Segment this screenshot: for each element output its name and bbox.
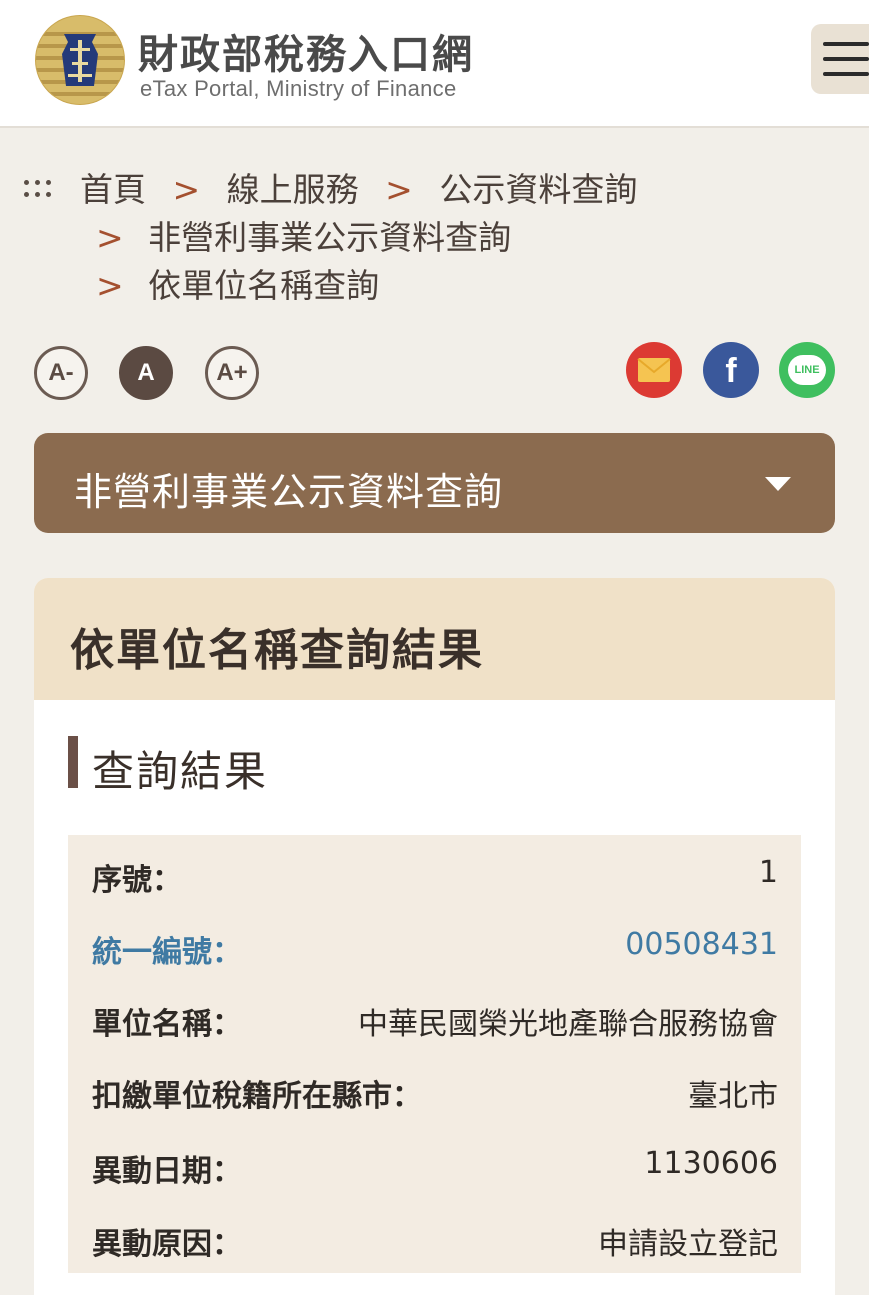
row-value: 臺北市 (688, 1079, 778, 1114)
row-label: 單位名稱： (92, 1007, 242, 1042)
breadcrumb-public-data-link[interactable]: 公示資料查詢 (439, 170, 637, 209)
result-row-tax-id[interactable]: 統一編號： 00508431 (92, 927, 778, 975)
breadcrumb-current: 依單位名稱查詢 (148, 266, 380, 305)
hamburger-menu-icon (823, 42, 869, 46)
envelope-icon (637, 358, 671, 382)
line-icon: LINE (788, 355, 826, 385)
font-size-normal-button[interactable]: A (119, 346, 173, 400)
result-row-serial: 序號： 1 (92, 855, 778, 903)
hamburger-menu-button[interactable] (811, 24, 869, 94)
section-marker (68, 736, 78, 788)
row-label: 序號： (92, 863, 182, 898)
result-row-change-date: 異動日期： 1130606 (92, 1146, 778, 1194)
row-label: 統一編號： (92, 935, 242, 970)
share-facebook-button[interactable]: f (703, 342, 759, 398)
result-row-change-reason: 異動原因： 申請設立登記 (92, 1219, 778, 1267)
row-value: 1130606 (644, 1146, 778, 1181)
font-size-large-button[interactable]: A+ (205, 346, 259, 400)
line-icon-label: LINE (794, 364, 820, 376)
breadcrumb-nonprofit-link[interactable]: 非營利事業公示資料查詢 (148, 218, 511, 257)
breadcrumb-separator: > (385, 170, 413, 209)
panel-header: 依單位名稱查詢結果 (34, 578, 835, 700)
row-value: 中華民國榮光地產聯合服務協會 (358, 1007, 778, 1042)
breadcrumb-dots-icon (24, 178, 58, 202)
category-dropdown[interactable]: 非營利事業公示資料查詢 (34, 433, 835, 533)
result-card: 序號： 1 統一編號： 00508431 單位名稱： 中華民國榮光地產聯合服務協… (68, 835, 801, 1273)
section-title: 查詢結果 (92, 747, 269, 796)
caret-down-icon (765, 477, 791, 491)
row-value: 1 (758, 855, 778, 890)
breadcrumb-home-link[interactable]: 首頁 (80, 170, 146, 209)
site-subtitle: eTax Portal, Ministry of Finance (140, 76, 457, 101)
breadcrumb-online-services-link[interactable]: 線上服務 (227, 170, 359, 209)
result-panel: 依單位名稱查詢結果 查詢結果 序號： 1 統一編號： 00508431 單位名稱… (34, 578, 835, 1295)
breadcrumb-separator: > (96, 266, 124, 305)
font-size-small-button[interactable]: A- (34, 346, 88, 400)
row-label: 異動原因： (92, 1227, 242, 1262)
result-row-unit-name: 單位名稱： 中華民國榮光地產聯合服務協會 (92, 999, 778, 1047)
row-label: 扣繳單位稅籍所在縣市： (92, 1079, 422, 1114)
facebook-icon: f (725, 351, 737, 390)
share-line-button[interactable]: LINE (779, 342, 835, 398)
breadcrumb-separator: > (96, 218, 124, 257)
breadcrumb-separator: > (172, 170, 201, 209)
share-email-button[interactable] (626, 342, 682, 398)
row-value: 申請設立登記 (598, 1227, 778, 1262)
result-row-county: 扣繳單位稅籍所在縣市： 臺北市 (92, 1071, 778, 1119)
dropdown-selected-value: 非營利事業公示資料查詢 (74, 470, 504, 514)
panel-title: 依單位名稱查詢結果 (70, 625, 484, 676)
logo-emblem-icon (35, 15, 125, 105)
site-title: 財政部稅務入口網 (138, 31, 474, 78)
ministry-logo[interactable] (34, 14, 126, 106)
site-header: 財政部稅務入口網 eTax Portal, Ministry of Financ… (0, 0, 869, 128)
tax-id-link[interactable]: 00508431 (625, 927, 778, 962)
row-label: 異動日期： (92, 1154, 242, 1189)
